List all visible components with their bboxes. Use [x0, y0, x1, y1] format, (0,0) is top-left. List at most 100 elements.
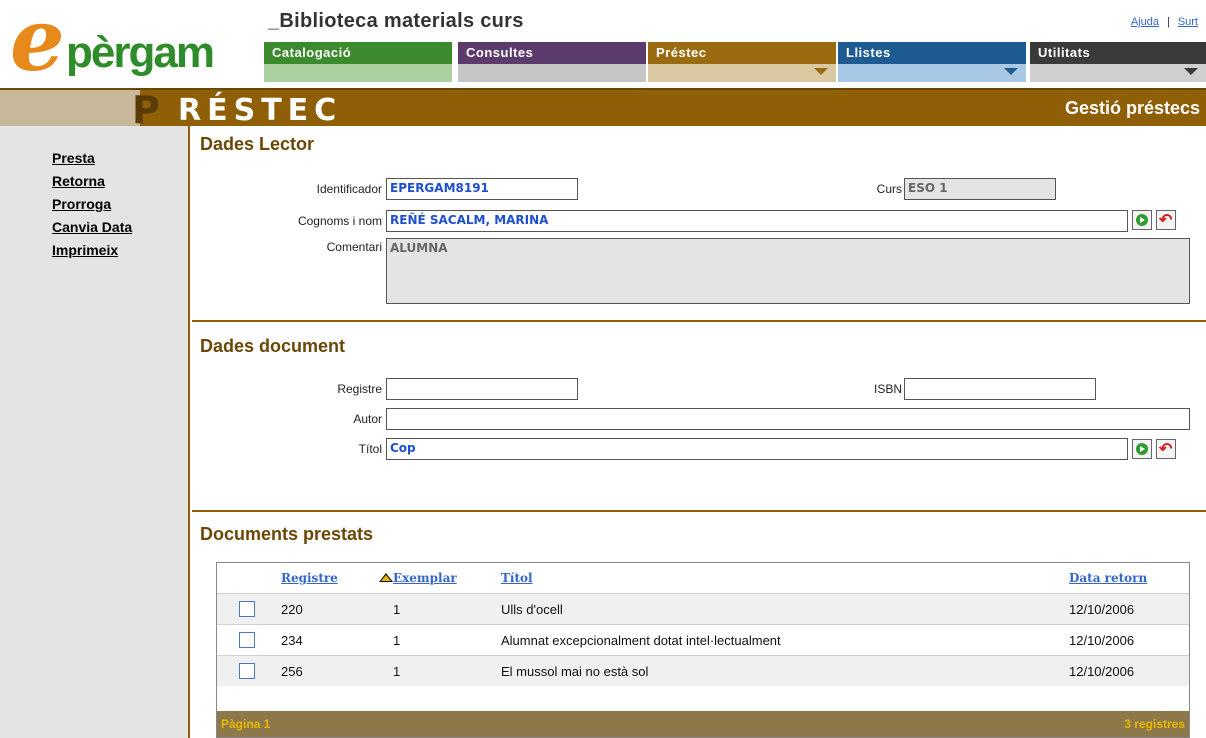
- cell-exemplar: 1: [393, 633, 401, 648]
- table-row: 220 1 Ulls d'ocell 12/10/2006: [217, 593, 1189, 624]
- course-label: Curs: [876, 182, 902, 196]
- menu-queries-sub: [458, 64, 646, 82]
- undo-glyph: ↶: [1159, 441, 1173, 458]
- isbn-label: ISBN: [873, 382, 902, 396]
- table-row: 256 1 El mussol mai no està sol 12/10/20…: [217, 655, 1189, 686]
- cell-titol: Ulls d'ocell: [501, 602, 563, 617]
- app-header: e pèrgam _Biblioteca materials curs Ajud…: [0, 0, 1206, 91]
- cell-titol: Alumnat excepcionalment dotat intel·lect…: [501, 633, 781, 648]
- cell-data-retorn: 12/10/2006: [1069, 633, 1135, 648]
- sidebar-link-presta[interactable]: Presta: [52, 150, 95, 166]
- sidebar: Presta Retorna Prorroga Canvia Data Impr…: [0, 126, 190, 738]
- isbn-field[interactable]: [904, 378, 1096, 400]
- author-field[interactable]: [386, 408, 1190, 430]
- title-label: Títol: [358, 442, 382, 456]
- exit-link[interactable]: Surt: [1178, 16, 1198, 28]
- row-checkbox[interactable]: [239, 632, 255, 648]
- epergam-logo[interactable]: e pèrgam: [4, 0, 264, 91]
- reader-panel-title: Dades Lector: [200, 134, 315, 154]
- menu-loans[interactable]: Préstec: [648, 42, 836, 84]
- sort-asc-icon[interactable]: [379, 573, 393, 582]
- main-menu: Catalogació Consultes Préstec Llistes Ut…: [264, 42, 1206, 84]
- menu-lists-label: Llistes: [838, 42, 1026, 64]
- go-icon[interactable]: [1132, 439, 1152, 459]
- sidebar-link-retorna[interactable]: Retorna: [52, 173, 105, 189]
- comment-field[interactable]: ALUMNA: [386, 238, 1190, 304]
- divider: [192, 510, 1206, 512]
- table-row: 234 1 Alumnat excepcionalment dotat inte…: [217, 624, 1189, 655]
- menu-lists[interactable]: Llistes: [838, 42, 1026, 84]
- divider: [192, 320, 1206, 322]
- document-panel-title: Dades document: [200, 336, 346, 356]
- cell-registre: 234: [281, 633, 303, 648]
- col-registre[interactable]: Registre: [281, 571, 338, 585]
- logo-text: pèrgam: [66, 28, 215, 77]
- row-checkbox[interactable]: [239, 601, 255, 617]
- menu-utilities[interactable]: Utilitats: [1030, 42, 1206, 84]
- table-header: Registre Exemplar Títol Data retorn: [217, 563, 1189, 593]
- chevron-down-icon[interactable]: [1184, 68, 1198, 75]
- reader-name-label: Cognoms i nom: [297, 214, 382, 228]
- undo-icon[interactable]: ↶: [1156, 210, 1176, 230]
- cell-exemplar: 1: [393, 664, 401, 679]
- cell-registre: 256: [281, 664, 303, 679]
- app-title: _Biblioteca materials curs: [268, 10, 524, 32]
- main-content: Dades Lector Identificador EPERGAM8191 C…: [192, 126, 1206, 738]
- menu-loans-label: Préstec: [648, 42, 836, 64]
- menu-cataloging-sub: [264, 64, 452, 82]
- reader-id-field[interactable]: EPERGAM8191: [386, 178, 578, 200]
- section-bar-pattern: [0, 90, 140, 126]
- menu-cataloging-label: Catalogació: [264, 42, 452, 64]
- sidebar-link-canvia-data[interactable]: Canvia Data: [52, 219, 132, 235]
- sidebar-item-prorroga: Prorroga: [52, 196, 132, 219]
- logo-e: e: [10, 0, 65, 91]
- menu-queries-label: Consultes: [458, 42, 646, 64]
- undo-glyph: ↶: [1159, 212, 1173, 229]
- registre-field[interactable]: [386, 378, 578, 400]
- top-links: Ajuda | Surt: [1131, 16, 1198, 28]
- record-count: 3 registres: [1124, 717, 1185, 731]
- undo-icon[interactable]: ↶: [1156, 439, 1176, 459]
- sidebar-link-imprimeix[interactable]: Imprimeix: [52, 242, 118, 258]
- menu-cataloging[interactable]: Catalogació: [264, 42, 452, 84]
- cell-data-retorn: 12/10/2006: [1069, 602, 1135, 617]
- registre-label: Registre: [337, 382, 382, 396]
- course-field[interactable]: ESO 1: [904, 178, 1056, 200]
- cell-registre: 220: [281, 602, 303, 617]
- menu-lists-sub: [838, 64, 1026, 82]
- row-checkbox[interactable]: [239, 663, 255, 679]
- sidebar-item-retorna: Retorna: [52, 173, 132, 196]
- loans-table: Registre Exemplar Títol Data retorn 220 …: [216, 562, 1190, 738]
- comment-label: Comentari: [326, 240, 382, 254]
- cell-exemplar: 1: [393, 602, 401, 617]
- sidebar-menu: Presta Retorna Prorroga Canvia Data Impr…: [52, 150, 132, 265]
- table-footer: Pàgina 1 3 registres: [217, 711, 1189, 737]
- title-field[interactable]: Cop: [386, 438, 1128, 460]
- section-bar: P RÉSTEC Gestió préstecs: [0, 88, 1206, 132]
- col-exemplar[interactable]: Exemplar: [393, 571, 457, 585]
- menu-utilities-sub: [1030, 64, 1206, 82]
- cell-titol: El mussol mai no està sol: [501, 664, 649, 679]
- go-icon[interactable]: [1132, 210, 1152, 230]
- chevron-down-icon[interactable]: [814, 68, 828, 75]
- sidebar-item-imprimeix: Imprimeix: [52, 242, 132, 265]
- menu-queries[interactable]: Consultes: [458, 42, 646, 84]
- reader-id-label: Identificador: [316, 182, 382, 196]
- menu-loans-sub: [648, 64, 836, 82]
- sidebar-item-canvia-data: Canvia Data: [52, 219, 132, 242]
- loans-panel-title: Documents prestats: [200, 524, 374, 544]
- sidebar-link-prorroga[interactable]: Prorroga: [52, 196, 111, 212]
- reader-name-field[interactable]: REÑÉ SACALM, MARINA: [386, 210, 1128, 232]
- col-data-retorn[interactable]: Data retorn: [1069, 571, 1147, 585]
- help-link[interactable]: Ajuda: [1131, 16, 1159, 28]
- chevron-down-icon[interactable]: [1004, 68, 1018, 75]
- section-subtitle: Gestió préstecs: [1064, 98, 1200, 118]
- link-separator: |: [1166, 16, 1170, 28]
- sidebar-item-presta: Presta: [52, 150, 132, 173]
- section-title: RÉSTEC: [178, 93, 343, 128]
- col-titol[interactable]: Títol: [501, 571, 533, 585]
- menu-utilities-label: Utilitats: [1030, 42, 1206, 64]
- author-label: Autor: [353, 412, 382, 426]
- cell-data-retorn: 12/10/2006: [1069, 664, 1135, 679]
- page-indicator: Pàgina 1: [221, 717, 271, 731]
